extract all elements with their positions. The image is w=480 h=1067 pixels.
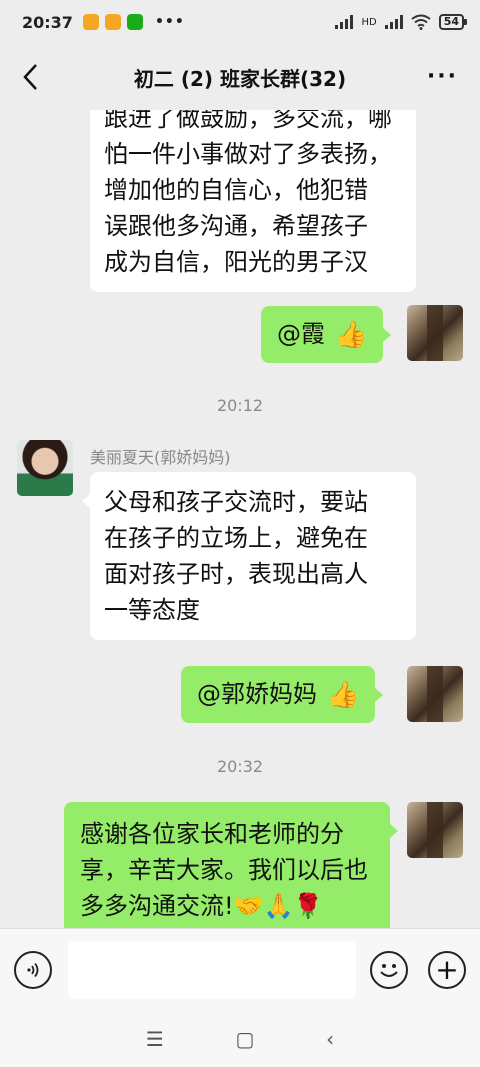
message-line: 面对孩子时，表现出高人 bbox=[104, 560, 368, 588]
message-line: 感谢各位家长和老师的分 bbox=[80, 820, 344, 848]
back-icon[interactable]: ‹ bbox=[326, 1027, 334, 1051]
more-notifications-icon: ••• bbox=[154, 14, 185, 30]
message-bubble[interactable]: 跟进了做鼓励，多交流，哪 怕一件小事做对了多表扬， 增加他的自信心，他犯错 误跟… bbox=[90, 110, 416, 292]
message-bubble[interactable]: 感谢各位家长和老师的分 享，辛苦大家。我们以后也 多多沟通交流!🤝🙏🌹 bbox=[64, 802, 398, 928]
chat-header: 初二 (2) 班家长群(32) ··· bbox=[0, 44, 480, 110]
wifi-icon bbox=[411, 14, 431, 30]
thumbs-up-icon: 👍 bbox=[327, 680, 360, 710]
chat-messages[interactable]: 跟进了做鼓励，多交流，哪 怕一件小事做对了多表扬， 增加他的自信心，他犯错 误跟… bbox=[0, 110, 480, 928]
message-bubble[interactable]: @郭娇妈妈 👍 bbox=[181, 666, 384, 723]
notification-app-icon bbox=[82, 14, 99, 30]
message-line: 多多沟通交流!🤝🙏🌹 bbox=[80, 892, 324, 920]
avatar[interactable] bbox=[407, 666, 463, 722]
message-text: @郭娇妈妈 bbox=[197, 680, 317, 708]
signal-icon bbox=[335, 15, 354, 29]
avatar[interactable] bbox=[407, 305, 463, 361]
avatar[interactable] bbox=[407, 802, 463, 858]
voice-wave-icon bbox=[27, 962, 39, 978]
message-timestamp: 20:12 bbox=[216, 396, 264, 415]
avatar[interactable] bbox=[17, 440, 73, 496]
menu-icon[interactable]: ☰ bbox=[146, 1027, 164, 1051]
message-text: @霞 bbox=[277, 320, 325, 348]
status-bar: 20:37 ••• HD 54 bbox=[0, 0, 480, 44]
message-line: 一等态度 bbox=[104, 596, 200, 624]
chat-title: 初二 (2) 班家长群(32) bbox=[133, 66, 347, 91]
home-icon[interactable]: ▢ bbox=[236, 1027, 255, 1051]
message-line: 在孩子的立场上，避免在 bbox=[104, 524, 368, 552]
smiley-icon bbox=[380, 964, 398, 977]
message-line: 享，辛苦大家。我们以后也 bbox=[80, 856, 368, 884]
message-bubble[interactable]: 父母和孩子交流时，要站 在孩子的立场上，避免在 面对孩子时，表现出高人 一等态度 bbox=[82, 472, 416, 640]
thumbs-up-icon: 👍 bbox=[335, 320, 368, 350]
message-bubble[interactable]: @霞 👍 bbox=[261, 306, 392, 363]
status-indicators: HD 54 bbox=[335, 14, 468, 30]
message-timestamp: 20:32 bbox=[216, 757, 264, 776]
message-line: 成为自信，阳光的男子汉 bbox=[104, 248, 368, 276]
network-type-label: HD bbox=[361, 16, 377, 28]
message-line: 怕一件小事做对了多表扬， bbox=[104, 140, 392, 168]
message-line: 父母和孩子交流时，要站 bbox=[104, 488, 368, 516]
battery-icon: 54 bbox=[438, 14, 468, 30]
message-input[interactable] bbox=[68, 941, 356, 999]
message-line: 跟进了做鼓励，多交流，哪 bbox=[104, 110, 392, 132]
voice-icon[interactable] bbox=[14, 951, 52, 989]
back-arrow-icon[interactable] bbox=[16, 62, 46, 92]
emoji-icon[interactable] bbox=[370, 951, 408, 989]
shield-icon bbox=[126, 14, 143, 30]
notification-app-icon bbox=[104, 14, 121, 30]
signal-icon bbox=[384, 15, 403, 29]
message-line: 增加他的自信心，他犯错 bbox=[104, 176, 368, 204]
more-options-button[interactable]: ··· bbox=[427, 64, 458, 89]
status-time: 20:37 bbox=[22, 12, 73, 32]
system-navigation-bar: ☰ ▢ ‹ bbox=[0, 1010, 480, 1067]
add-attachment-button[interactable]: + bbox=[428, 951, 466, 989]
message-line: 误跟他多沟通，希望孩子 bbox=[104, 212, 368, 240]
chat-input-bar: + bbox=[0, 928, 480, 1010]
sender-name: 美丽夏天(郭娇妈妈) bbox=[90, 448, 231, 467]
